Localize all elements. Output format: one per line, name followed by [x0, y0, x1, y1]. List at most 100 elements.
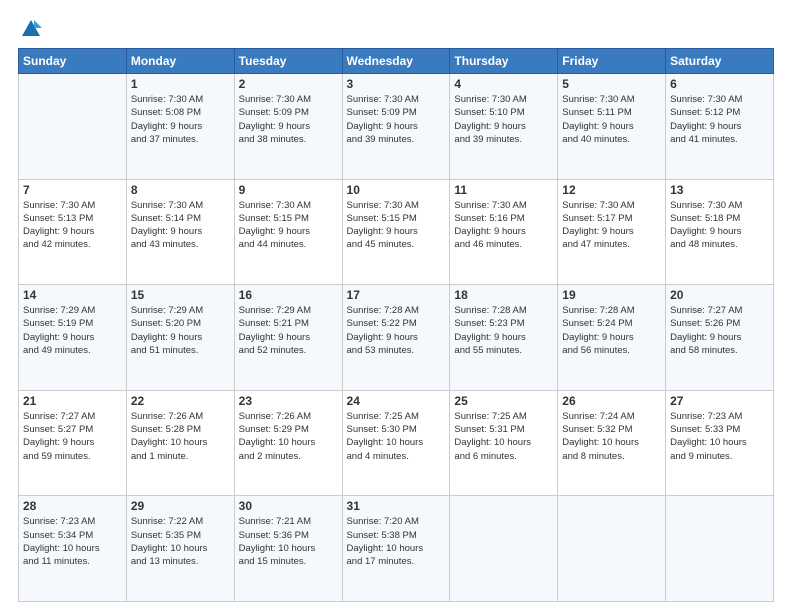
day-info: Sunrise: 7:30 AMSunset: 5:11 PMDaylight:…: [562, 93, 661, 146]
calendar-cell: [450, 496, 558, 602]
day-info: Sunrise: 7:24 AMSunset: 5:32 PMDaylight:…: [562, 410, 661, 463]
calendar-cell: 12 Sunrise: 7:30 AMSunset: 5:17 PMDayligh…: [558, 179, 666, 285]
day-info: Sunrise: 7:30 AMSunset: 5:13 PMDaylight:…: [23, 199, 122, 252]
calendar-cell: 26 Sunrise: 7:24 AMSunset: 5:32 PMDayligh…: [558, 390, 666, 496]
day-number: 5: [562, 77, 661, 91]
day-info: Sunrise: 7:30 AMSunset: 5:18 PMDaylight:…: [670, 199, 769, 252]
weekday-header-monday: Monday: [126, 49, 234, 74]
day-info: Sunrise: 7:30 AMSunset: 5:14 PMDaylight:…: [131, 199, 230, 252]
day-info: Sunrise: 7:27 AMSunset: 5:27 PMDaylight:…: [23, 410, 122, 463]
day-info: Sunrise: 7:25 AMSunset: 5:30 PMDaylight:…: [347, 410, 446, 463]
logo: [18, 18, 42, 40]
calendar-cell: 10Sunrise: 7:30 AMSunset: 5:15 PMDayligh…: [342, 179, 450, 285]
calendar-cell: [666, 496, 774, 602]
day-number: 13: [670, 183, 769, 197]
weekday-header-saturday: Saturday: [666, 49, 774, 74]
day-info: Sunrise: 7:30 AMSunset: 5:17 PMDaylight:…: [562, 199, 661, 252]
weekday-header-friday: Friday: [558, 49, 666, 74]
day-info: Sunrise: 7:26 AMSunset: 5:29 PMDaylight:…: [239, 410, 338, 463]
day-number: 8: [131, 183, 230, 197]
calendar-week-1: 1 Sunrise: 7:30 AMSunset: 5:08 PMDaylight…: [19, 74, 774, 180]
calendar-cell: 2 Sunrise: 7:30 AMSunset: 5:09 PMDaylight…: [234, 74, 342, 180]
day-info: Sunrise: 7:29 AMSunset: 5:20 PMDaylight:…: [131, 304, 230, 357]
calendar-week-2: 7 Sunrise: 7:30 AMSunset: 5:13 PMDaylight…: [19, 179, 774, 285]
day-number: 14: [23, 288, 122, 302]
calendar-cell: 19Sunrise: 7:28 AMSunset: 5:24 PMDayligh…: [558, 285, 666, 391]
weekday-header-wednesday: Wednesday: [342, 49, 450, 74]
calendar-cell: 13 Sunrise: 7:30 AMSunset: 5:18 PMDayligh…: [666, 179, 774, 285]
calendar-week-3: 14 Sunrise: 7:29 AMSunset: 5:19 PMDayligh…: [19, 285, 774, 391]
calendar-cell: 15 Sunrise: 7:29 AMSunset: 5:20 PMDayligh…: [126, 285, 234, 391]
day-info: Sunrise: 7:25 AMSunset: 5:31 PMDaylight:…: [454, 410, 553, 463]
day-number: 11: [454, 183, 553, 197]
calendar-table: SundayMondayTuesdayWednesdayThursdayFrid…: [18, 48, 774, 602]
calendar-week-5: 28 Sunrise: 7:23 AMSunset: 5:34 PMDayligh…: [19, 496, 774, 602]
day-number: 24: [347, 394, 446, 408]
calendar-cell: 18 Sunrise: 7:28 AMSunset: 5:23 PMDayligh…: [450, 285, 558, 391]
day-info: Sunrise: 7:23 AMSunset: 5:33 PMDaylight:…: [670, 410, 769, 463]
day-number: 6: [670, 77, 769, 91]
day-number: 12: [562, 183, 661, 197]
calendar-cell: 14 Sunrise: 7:29 AMSunset: 5:19 PMDayligh…: [19, 285, 127, 391]
calendar-cell: [19, 74, 127, 180]
day-info: Sunrise: 7:20 AMSunset: 5:38 PMDaylight:…: [347, 515, 446, 568]
day-info: Sunrise: 7:29 AMSunset: 5:21 PMDaylight:…: [239, 304, 338, 357]
day-number: 29: [131, 499, 230, 513]
day-number: 27: [670, 394, 769, 408]
calendar-cell: 16 Sunrise: 7:29 AMSunset: 5:21 PMDayligh…: [234, 285, 342, 391]
calendar-cell: 23 Sunrise: 7:26 AMSunset: 5:29 PMDayligh…: [234, 390, 342, 496]
day-number: 9: [239, 183, 338, 197]
calendar-cell: 25Sunrise: 7:25 AMSunset: 5:31 PMDayligh…: [450, 390, 558, 496]
day-number: 1: [131, 77, 230, 91]
logo-icon: [20, 18, 42, 40]
day-number: 21: [23, 394, 122, 408]
day-number: 3: [347, 77, 446, 91]
day-info: Sunrise: 7:23 AMSunset: 5:34 PMDaylight:…: [23, 515, 122, 568]
day-info: Sunrise: 7:28 AMSunset: 5:23 PMDaylight:…: [454, 304, 553, 357]
calendar-cell: [558, 496, 666, 602]
day-number: 20: [670, 288, 769, 302]
day-number: 28: [23, 499, 122, 513]
day-info: Sunrise: 7:30 AMSunset: 5:16 PMDaylight:…: [454, 199, 553, 252]
calendar-cell: 29 Sunrise: 7:22 AMSunset: 5:35 PMDayligh…: [126, 496, 234, 602]
day-number: 4: [454, 77, 553, 91]
weekday-header-tuesday: Tuesday: [234, 49, 342, 74]
day-number: 18: [454, 288, 553, 302]
day-number: 22: [131, 394, 230, 408]
day-info: Sunrise: 7:26 AMSunset: 5:28 PMDaylight:…: [131, 410, 230, 463]
calendar-cell: 24 Sunrise: 7:25 AMSunset: 5:30 PMDayligh…: [342, 390, 450, 496]
day-info: Sunrise: 7:21 AMSunset: 5:36 PMDaylight:…: [239, 515, 338, 568]
day-info: Sunrise: 7:30 AMSunset: 5:08 PMDaylight:…: [131, 93, 230, 146]
calendar-cell: 20 Sunrise: 7:27 AMSunset: 5:26 PMDayligh…: [666, 285, 774, 391]
day-info: Sunrise: 7:30 AMSunset: 5:10 PMDaylight:…: [454, 93, 553, 146]
day-info: Sunrise: 7:29 AMSunset: 5:19 PMDaylight:…: [23, 304, 122, 357]
day-number: 2: [239, 77, 338, 91]
day-info: Sunrise: 7:22 AMSunset: 5:35 PMDaylight:…: [131, 515, 230, 568]
calendar-cell: 27 Sunrise: 7:23 AMSunset: 5:33 PMDayligh…: [666, 390, 774, 496]
calendar-cell: 11 Sunrise: 7:30 AMSunset: 5:16 PMDayligh…: [450, 179, 558, 285]
day-number: 26: [562, 394, 661, 408]
calendar-cell: 31 Sunrise: 7:20 AMSunset: 5:38 PMDayligh…: [342, 496, 450, 602]
day-info: Sunrise: 7:30 AMSunset: 5:09 PMDaylight:…: [239, 93, 338, 146]
calendar-header-row: SundayMondayTuesdayWednesdayThursdayFrid…: [19, 49, 774, 74]
day-number: 19: [562, 288, 661, 302]
calendar-cell: 8 Sunrise: 7:30 AMSunset: 5:14 PMDaylight…: [126, 179, 234, 285]
calendar-cell: 4 Sunrise: 7:30 AMSunset: 5:10 PMDaylight…: [450, 74, 558, 180]
day-number: 16: [239, 288, 338, 302]
day-number: 23: [239, 394, 338, 408]
day-number: 7: [23, 183, 122, 197]
calendar-cell: 3Sunrise: 7:30 AMSunset: 5:09 PMDaylight…: [342, 74, 450, 180]
day-number: 10: [347, 183, 446, 197]
day-number: 15: [131, 288, 230, 302]
calendar-cell: 28 Sunrise: 7:23 AMSunset: 5:34 PMDayligh…: [19, 496, 127, 602]
day-info: Sunrise: 7:30 AMSunset: 5:12 PMDaylight:…: [670, 93, 769, 146]
weekday-header-sunday: Sunday: [19, 49, 127, 74]
calendar-cell: 22 Sunrise: 7:26 AMSunset: 5:28 PMDayligh…: [126, 390, 234, 496]
calendar-cell: 17Sunrise: 7:28 AMSunset: 5:22 PMDayligh…: [342, 285, 450, 391]
weekday-header-thursday: Thursday: [450, 49, 558, 74]
day-number: 31: [347, 499, 446, 513]
day-info: Sunrise: 7:27 AMSunset: 5:26 PMDaylight:…: [670, 304, 769, 357]
day-info: Sunrise: 7:28 AMSunset: 5:22 PMDaylight:…: [347, 304, 446, 357]
day-info: Sunrise: 7:30 AMSunset: 5:15 PMDaylight:…: [239, 199, 338, 252]
calendar-cell: 7 Sunrise: 7:30 AMSunset: 5:13 PMDaylight…: [19, 179, 127, 285]
